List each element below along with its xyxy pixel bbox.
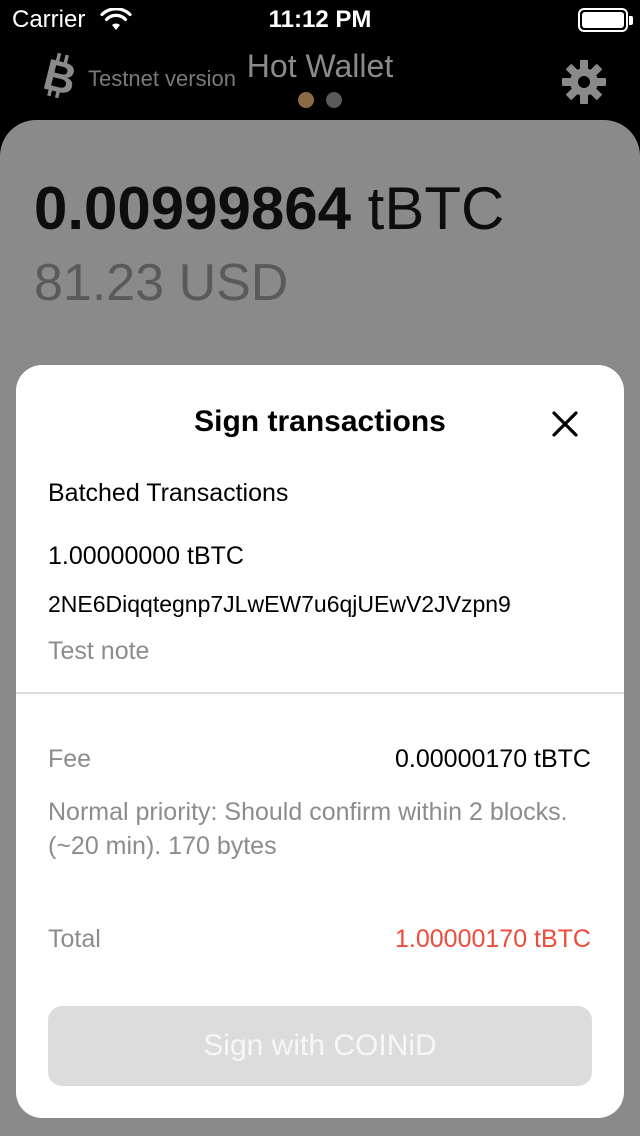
battery-icon (578, 8, 633, 32)
balance-amount: 0.00999864 (34, 175, 351, 242)
balance: 0.00999864 tBTC (34, 174, 504, 243)
modal-title: Sign transactions (194, 405, 446, 438)
fee-description[interactable]: Normal priority: Should confirm within 2… (48, 795, 588, 863)
fee-label: Fee (48, 745, 92, 773)
page-dot (326, 92, 342, 108)
page-indicator (298, 92, 342, 108)
sign-with-coinid-button[interactable]: Sign with COINiD (48, 1006, 592, 1086)
transaction-amount: 1.00000000 tBTC (48, 542, 244, 570)
fee-value: 0.00000170 tBTC (395, 745, 591, 773)
balance-unit: tBTC (367, 175, 505, 242)
batched-transactions-heading: Batched Transactions (48, 479, 289, 507)
total-value: 1.00000170 tBTC (395, 925, 591, 953)
close-icon[interactable] (548, 407, 582, 441)
sign-transactions-modal: Sign transactions Batched Transactions 1… (16, 365, 624, 1118)
transaction-note: Test note (48, 637, 150, 665)
fiat-balance: 81.23 USD (34, 254, 289, 312)
app-header: B Testnet version Hot Wallet (0, 40, 640, 120)
gear-icon[interactable] (560, 58, 608, 106)
transaction-address: 2NE6Diqqtegnp7JLwEW7u6qjUEwV2JVzpn9 (48, 591, 511, 617)
status-bar: Carrier 11:12 PM (0, 0, 640, 40)
clock: 11:12 PM (268, 6, 372, 33)
divider (16, 692, 624, 694)
page-dot-active (298, 92, 314, 108)
total-label: Total (48, 925, 101, 953)
wallet-title: Hot Wallet (246, 48, 394, 84)
